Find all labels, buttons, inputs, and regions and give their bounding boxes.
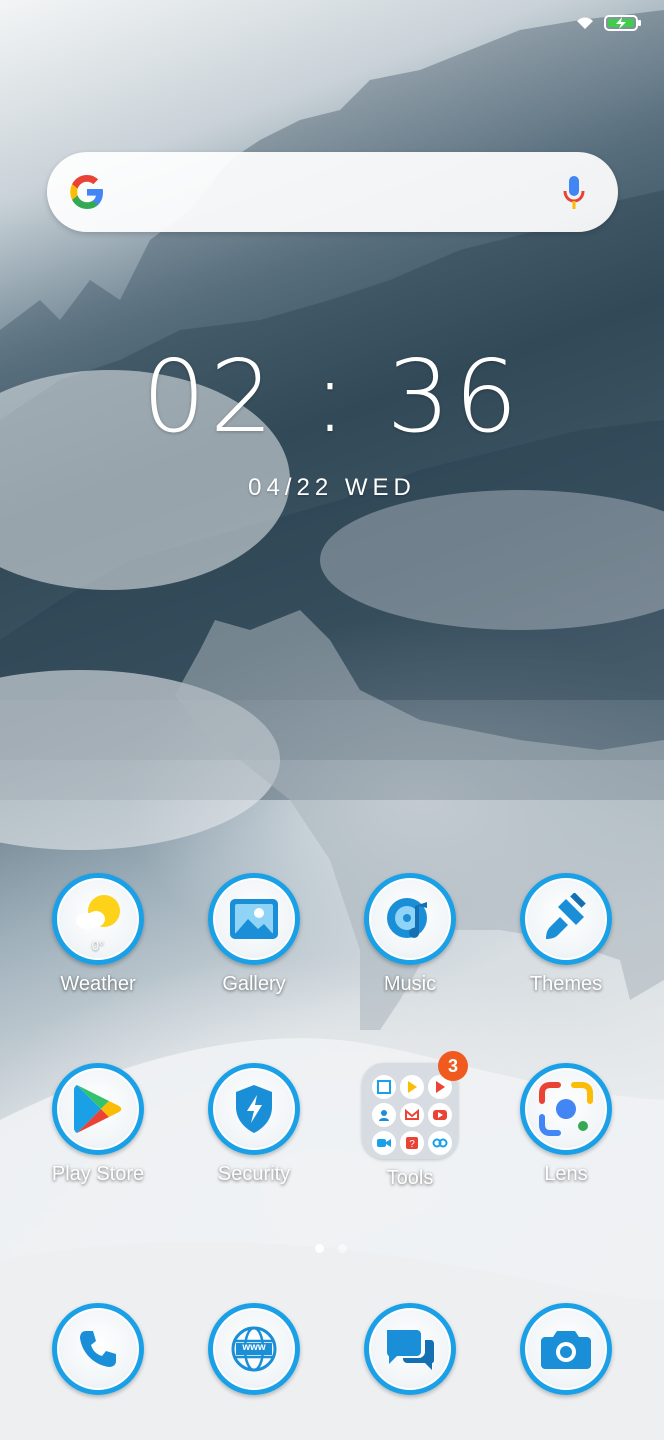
app-lens[interactable]: Lens bbox=[496, 1063, 636, 1186]
app-music[interactable]: Music bbox=[340, 873, 480, 996]
gmail-icon bbox=[400, 1103, 424, 1127]
dock-phone[interactable] bbox=[28, 1303, 168, 1395]
app-weather[interactable]: 0° Weather bbox=[28, 873, 168, 996]
app-label: Security bbox=[217, 1163, 291, 1185]
google-g-icon bbox=[67, 172, 107, 212]
status-bar bbox=[576, 14, 642, 32]
mic-icon[interactable] bbox=[562, 174, 586, 212]
youtube-icon bbox=[428, 1103, 452, 1127]
wifi-icon bbox=[576, 15, 594, 31]
folder-icon: ? 3 bbox=[362, 1051, 468, 1159]
browser-icon: www bbox=[208, 1303, 300, 1395]
dock-browser[interactable]: www bbox=[184, 1303, 324, 1395]
browser-www-text: www bbox=[242, 1342, 266, 1353]
app-label: Lens bbox=[544, 1163, 588, 1185]
play-store-icon bbox=[52, 1063, 144, 1155]
clock-time[interactable]: 02 : 36 bbox=[0, 338, 664, 455]
dock-messages[interactable] bbox=[340, 1303, 480, 1395]
app-gallery[interactable]: Gallery bbox=[184, 873, 324, 996]
weather-icon: 0° bbox=[52, 873, 144, 965]
paintbrush-icon bbox=[520, 873, 612, 965]
lens-icon bbox=[520, 1063, 612, 1155]
app-label: Weather bbox=[60, 973, 136, 995]
app-label: Play Store bbox=[51, 1163, 145, 1185]
camera-icon bbox=[520, 1303, 612, 1395]
music-icon bbox=[364, 873, 456, 965]
app-label: Tools bbox=[386, 1167, 434, 1189]
svg-text:?: ? bbox=[409, 1139, 415, 1150]
app-tools-folder[interactable]: ? 3 Tools bbox=[340, 1051, 480, 1190]
page-dot-active bbox=[315, 1244, 324, 1253]
clock-date[interactable]: 04/22 WED bbox=[0, 474, 664, 502]
page-dot bbox=[338, 1244, 347, 1253]
app-label: Music bbox=[383, 973, 437, 995]
play-games-icon bbox=[400, 1075, 424, 1099]
duo-icon bbox=[372, 1131, 396, 1155]
dock-camera[interactable] bbox=[496, 1303, 636, 1395]
messages-icon bbox=[364, 1303, 456, 1395]
app-label: Gallery bbox=[222, 973, 286, 995]
link-icon bbox=[428, 1131, 452, 1155]
app-label: Themes bbox=[529, 973, 603, 995]
feedback-icon: ? bbox=[400, 1131, 424, 1155]
app-play-store[interactable]: Play Store bbox=[28, 1063, 168, 1186]
security-shield-icon bbox=[208, 1063, 300, 1155]
notification-badge: 3 bbox=[438, 1051, 468, 1081]
app-security[interactable]: Security bbox=[184, 1063, 324, 1186]
app-themes[interactable]: Themes bbox=[496, 873, 636, 996]
page-indicator bbox=[315, 1244, 347, 1253]
google-search-bar[interactable] bbox=[47, 152, 618, 232]
battery-charging-icon bbox=[604, 14, 642, 32]
phone-icon bbox=[52, 1303, 144, 1395]
scanner-icon bbox=[372, 1075, 396, 1099]
gallery-icon bbox=[208, 873, 300, 965]
weather-temperature: 0° bbox=[91, 938, 105, 953]
contacts-icon bbox=[372, 1103, 396, 1127]
